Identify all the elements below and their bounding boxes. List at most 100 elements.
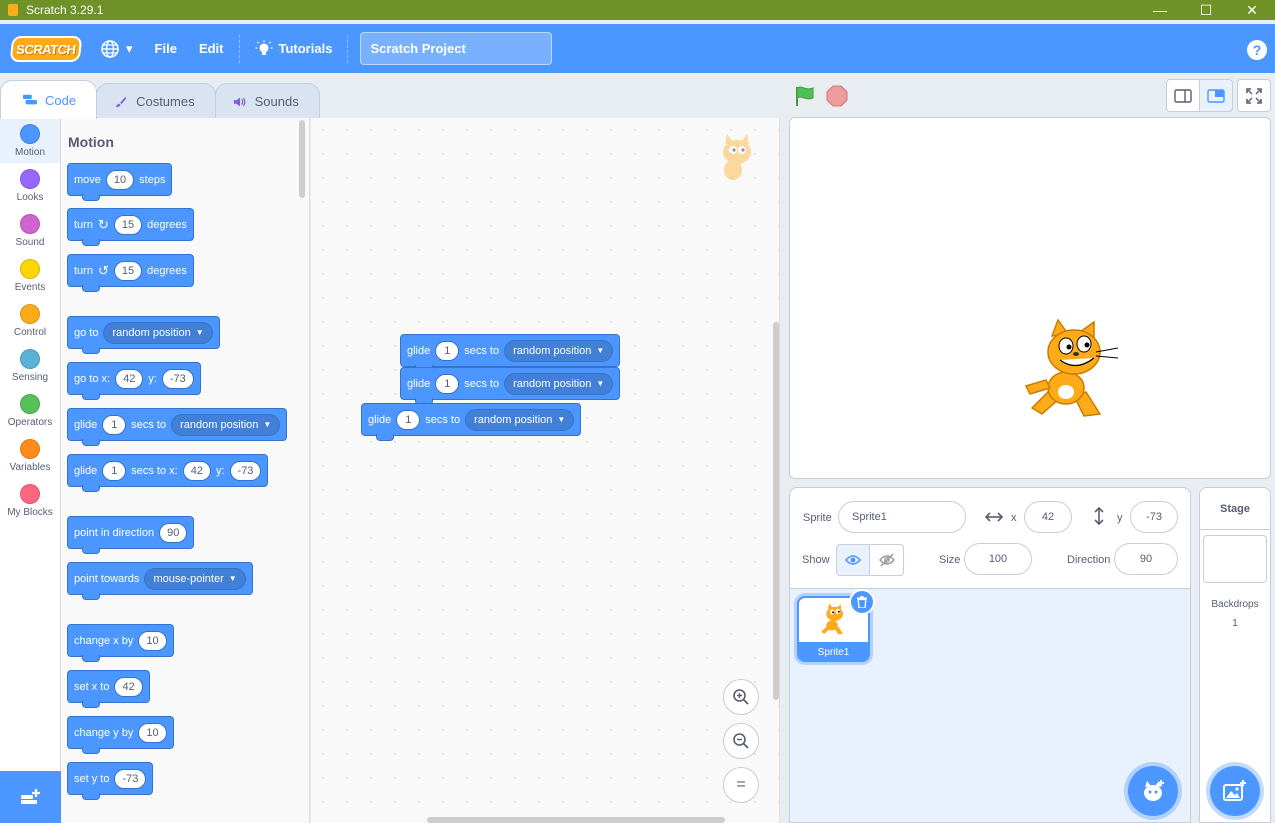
tutorials-menu[interactable]: Tutorials [244,24,344,73]
block-input[interactable]: 1 [435,340,460,361]
block-input[interactable]: 42 [182,460,211,481]
block-input[interactable]: 42 [115,368,144,389]
choose-backdrop-button[interactable] [1210,766,1260,816]
add-extension-button[interactable] [0,771,61,823]
category-sensing[interactable]: Sensing [0,343,60,388]
block-dropdown[interactable]: mouse-pointer ▼ [144,567,246,590]
category-variables[interactable]: Variables [0,433,60,478]
block-change-x[interactable]: change x by 10 [67,624,174,662]
edit-menu[interactable]: Edit [188,24,235,73]
block-dropdown[interactable]: random position ▼ [504,339,614,362]
fullscreen-button[interactable] [1237,79,1271,112]
block-input[interactable]: -73 [229,460,262,481]
block-set-y[interactable]: set y to -73 [67,762,154,800]
category-label: Events [14,281,46,293]
project-title-input[interactable]: Scratch Project [360,32,553,65]
direction-label: Direction [1067,554,1111,566]
paintbrush-icon [115,96,127,107]
x-position-input[interactable]: 42 [1024,501,1072,533]
green-flag-button[interactable] [793,84,817,108]
block-point-towards[interactable]: point towards mouse-pointer ▼ [67,562,253,600]
block-turn-right[interactable]: turn ↻ 15 degrees [67,208,194,246]
zoom-in-button[interactable] [723,679,759,715]
small-stage-button[interactable] [1166,79,1200,112]
palette-scrollbar[interactable] [299,120,305,198]
script-block-glide[interactable]: glide 1 secs to random position ▼ [400,367,621,405]
green-flag-icon [796,86,814,106]
block-move-steps[interactable]: move 10 steps [67,163,173,201]
help-icon[interactable]: ? [1247,40,1267,60]
visibility-toggle [836,544,904,576]
block-input[interactable]: 10 [105,169,135,190]
block-set-x[interactable]: set x to 42 [67,670,150,708]
choose-sprite-button[interactable] [1128,766,1178,816]
block-glide-xy[interactable]: glide 1 secs to x: 42 y: -73 [67,454,269,492]
menu-divider [347,34,349,63]
block-input[interactable]: -73 [114,768,147,789]
close-window-button[interactable]: ✕ [1229,0,1275,20]
zoom-reset-button[interactable]: = [723,767,759,803]
language-menu[interactable]: ▾ [89,24,144,73]
category-operators[interactable]: Operators [0,388,60,433]
normal-stage-button[interactable] [1199,79,1233,112]
category-events[interactable]: Events [0,253,60,298]
block-input[interactable]: 10 [138,722,167,743]
tab-sounds[interactable]: Sounds [214,83,320,119]
backdrop-thumbnail[interactable] [1203,535,1267,583]
category-sound[interactable]: Sound [0,208,60,253]
block-input[interactable]: 90 [159,522,188,543]
block-go-to[interactable]: go to random position ▼ [67,316,220,354]
block-input[interactable]: 42 [114,676,143,697]
script-block-glide[interactable]: glide 1 secs to random position ▼ [400,334,621,372]
block-turn-left[interactable]: turn ↺ 15 degrees [67,254,194,292]
block-dropdown[interactable]: random position ▼ [171,413,281,436]
show-sprite-button[interactable] [836,544,870,576]
maximize-button[interactable]: ☐ [1183,0,1229,20]
category-looks[interactable]: Looks [0,163,60,208]
cat-sprite[interactable] [1022,318,1122,424]
script-workspace[interactable]: glide 1 secs to random position ▼ glide 1… [311,118,780,823]
cat-thumbnail-icon [820,603,843,635]
minimize-button[interactable]: — [1137,0,1183,20]
tab-costumes[interactable]: Costumes [96,83,216,119]
block-input[interactable]: 15 [113,260,143,281]
block-glide-to[interactable]: glide 1 secs to random position ▼ [67,408,288,446]
zoom-out-button[interactable] [723,723,759,759]
block-input[interactable]: -73 [161,368,194,389]
stop-button[interactable] [826,85,848,107]
window-title-bar: Scratch 3.29.1 — ☐ ✕ [0,0,1275,20]
stage-canvas[interactable] [789,117,1271,479]
block-text: glide [74,464,98,477]
block-point-in-direction[interactable]: point in direction 90 [67,516,195,554]
category-my-blocks[interactable]: My Blocks [0,478,60,523]
workspace-vertical-scrollbar[interactable] [773,322,779,700]
category-motion[interactable]: Motion [0,118,60,163]
sprite-name-input[interactable]: Sprite1 [838,501,966,533]
block-change-y[interactable]: change y by 10 [67,716,174,754]
size-input[interactable]: 100 [964,543,1032,575]
stop-icon [826,85,848,107]
block-input[interactable]: 1 [396,409,421,430]
workspace-horizontal-scrollbar[interactable] [427,817,725,823]
sensing-icon [20,348,40,369]
block-dropdown[interactable]: random position ▼ [504,372,614,395]
hide-sprite-button[interactable] [870,544,904,576]
block-dropdown[interactable]: random position ▼ [465,408,575,431]
script-block-glide[interactable]: glide 1 secs to random position ▼ [361,403,582,441]
direction-input[interactable]: 90 [1114,543,1178,575]
block-go-to-xy[interactable]: go to x: 42 y: -73 [67,362,201,400]
category-control[interactable]: Control [0,298,60,343]
block-input[interactable]: 1 [102,414,127,435]
block-input[interactable]: 10 [138,630,167,651]
stage-selector[interactable]: Stage Backdrops 1 [1199,487,1271,823]
block-dropdown[interactable]: random position ▼ [103,321,213,344]
tab-code[interactable]: Code [0,80,98,119]
block-input[interactable]: 15 [113,214,143,235]
scratch-logo[interactable]: SCRATCH [9,35,83,62]
block-input[interactable]: 1 [435,373,460,394]
delete-sprite-button[interactable] [849,589,875,615]
category-label: Operators [7,416,53,428]
file-menu[interactable]: File [144,24,188,73]
y-position-input[interactable]: -73 [1130,501,1178,533]
block-input[interactable]: 1 [102,460,127,481]
